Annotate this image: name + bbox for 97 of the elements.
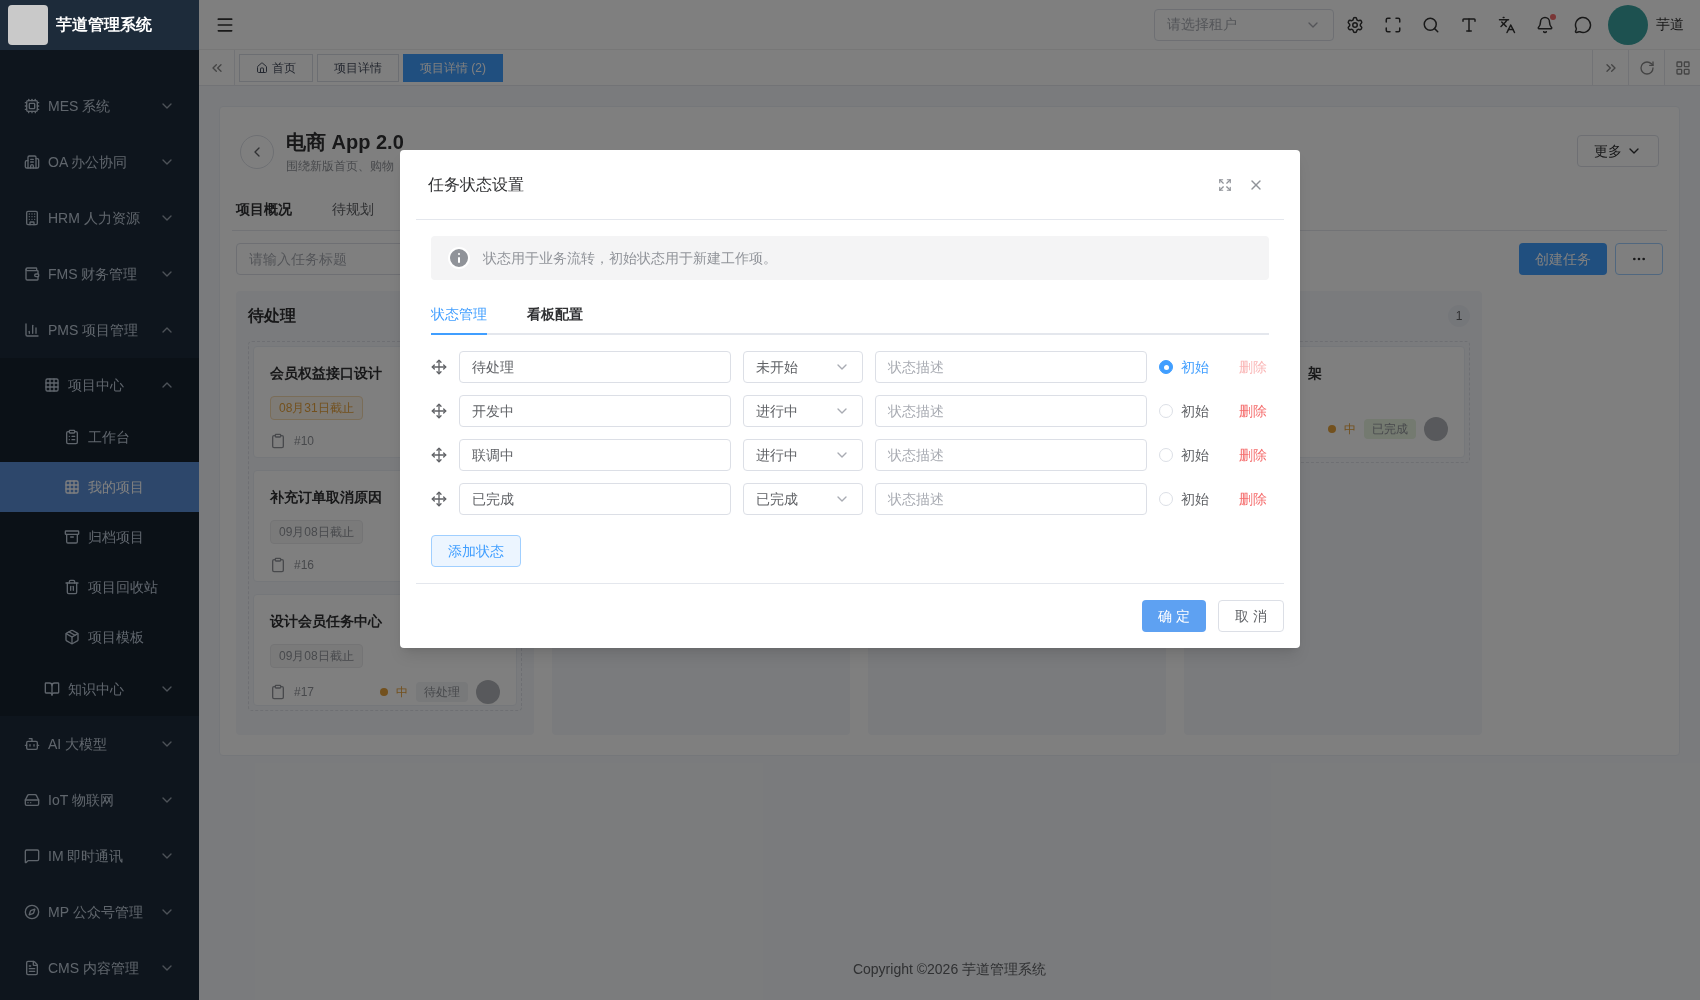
user-name[interactable]: 芋道: [1656, 14, 1684, 35]
status-type-select[interactable]: 未开始: [743, 351, 863, 383]
status-name-field[interactable]: 联调中: [459, 439, 731, 471]
sidebar-item[interactable]: AI 大模型: [0, 716, 199, 772]
project-title: 电商 App 2.0: [286, 130, 404, 155]
sidebar-item[interactable]: PMS 项目管理: [0, 302, 199, 358]
status-type-select[interactable]: 已完成: [743, 483, 863, 515]
due-tag: 08月31日截止: [270, 396, 363, 420]
confirm-button[interactable]: 确 定: [1142, 600, 1207, 632]
translate-icon[interactable]: [1498, 15, 1516, 34]
archive-icon: [64, 529, 80, 545]
search-icon[interactable]: [1422, 15, 1440, 34]
document-icon: [24, 960, 40, 976]
sidebar-item[interactable]: 归档项目: [0, 512, 199, 562]
sidebar-item[interactable]: IoT 物联网: [0, 772, 199, 828]
refresh-icon[interactable]: [1638, 59, 1655, 76]
chip-icon: [24, 98, 40, 114]
assignee-avatar: [476, 680, 500, 704]
chat-icon: [24, 848, 40, 864]
drag-handle-icon[interactable]: [431, 403, 447, 419]
page-tab[interactable]: 项目详情: [317, 53, 399, 82]
home-icon: [256, 61, 268, 74]
sidebar-item[interactable]: 项目中心: [0, 358, 199, 412]
status-name-field[interactable]: 已完成: [459, 483, 731, 515]
building-icon: [24, 154, 40, 170]
logo-avatar: [8, 5, 48, 45]
sidebar-item[interactable]: 项目模板: [0, 612, 199, 662]
description-field[interactable]: 状态描述: [875, 351, 1147, 383]
cancel-button[interactable]: 取 消: [1218, 600, 1284, 632]
clipboard-icon: [270, 433, 286, 449]
fullscreen-icon[interactable]: [1384, 15, 1402, 34]
column-title: 待处理: [248, 306, 296, 326]
status-name-field[interactable]: 待处理: [459, 351, 731, 383]
page-tab[interactable]: 项目详情 (2): [403, 53, 503, 82]
sidebar-item[interactable]: FMS 财务管理: [0, 246, 199, 302]
app-title: 芋道管理系统: [56, 15, 152, 35]
sidebar-item[interactable]: MES 系统: [0, 78, 199, 134]
dialog-tab[interactable]: 状态管理: [431, 304, 487, 335]
clipboard-icon: [270, 684, 286, 700]
box-icon: [64, 629, 80, 645]
compass-icon: [24, 904, 40, 920]
drag-handle-icon[interactable]: [431, 359, 447, 375]
delete-link[interactable]: 删除: [1239, 488, 1267, 510]
card-title: 架: [1308, 364, 1322, 383]
description-field[interactable]: 状态描述: [875, 483, 1147, 515]
description-field[interactable]: 状态描述: [875, 395, 1147, 427]
project-tab[interactable]: 项目概况: [236, 199, 292, 230]
info-icon: [447, 246, 471, 270]
chat-icon[interactable]: [1574, 15, 1592, 34]
project-tab[interactable]: 待规划: [332, 199, 374, 230]
bar-chart-icon: [24, 322, 40, 338]
more-button[interactable]: 更多: [1577, 135, 1659, 167]
dialog-title: 任务状态设置: [428, 174, 524, 195]
grid-icon[interactable]: [1674, 59, 1691, 76]
sidebar-item[interactable]: OA 办公协同: [0, 134, 199, 190]
bell-icon[interactable]: [1536, 15, 1554, 34]
settings-icon[interactable]: [1346, 15, 1364, 34]
card-title: 补充订单取消原因: [270, 488, 382, 507]
column-count: 1: [1448, 305, 1470, 327]
sidebar-item[interactable]: 工作台: [0, 412, 199, 462]
delete-link[interactable]: 删除: [1239, 400, 1267, 422]
status-type-select[interactable]: 进行中: [743, 439, 863, 471]
drag-handle-icon[interactable]: [431, 447, 447, 463]
card-title: 会员权益接口设计: [270, 364, 382, 383]
wallet-icon: [24, 266, 40, 282]
sidebar-item[interactable]: 项目回收站: [0, 562, 199, 612]
page-tab[interactable]: 首页: [239, 53, 313, 82]
initial-radio[interactable]: 初始: [1159, 488, 1209, 510]
copyright-text: Copyright ©2026 芋道管理系统: [852, 960, 1047, 979]
sidebar-item[interactable]: 知识中心: [0, 662, 199, 716]
assignee-avatar: [1424, 417, 1448, 441]
priority-label: 中: [396, 684, 408, 701]
robot-icon: [24, 736, 40, 752]
drive-icon: [24, 792, 40, 808]
status-type-select[interactable]: 进行中: [743, 395, 863, 427]
priority-label: 中: [1344, 421, 1356, 438]
drag-handle-icon[interactable]: [431, 491, 447, 507]
sidebar-item[interactable]: MP 公众号管理: [0, 884, 199, 940]
description-field[interactable]: 状态描述: [875, 439, 1147, 471]
trash-icon: [64, 579, 80, 595]
grid-icon: [64, 479, 80, 495]
grid-icon: [44, 377, 60, 393]
sidebar-item[interactable]: HRM 人力资源: [0, 190, 199, 246]
font-size-icon[interactable]: [1460, 15, 1478, 34]
building-icon: [24, 210, 40, 226]
dialog-tab[interactable]: 看板配置: [527, 304, 583, 335]
clipboard-icon: [64, 429, 80, 445]
create-task-button[interactable]: 创建任务: [1519, 243, 1607, 275]
sidebar-item[interactable]: IM 即时通讯: [0, 828, 199, 884]
card-title: 设计会员任务中心: [270, 612, 382, 631]
clipboard-icon: [270, 557, 286, 573]
book-icon: [44, 681, 60, 697]
sidebar-item[interactable]: 我的项目: [0, 462, 199, 512]
fullscreen-icon[interactable]: [1218, 177, 1232, 192]
sidebar-item[interactable]: CMS 内容管理: [0, 940, 199, 996]
add-status-button[interactable]: 添加状态: [431, 535, 521, 567]
status-name-field[interactable]: 开发中: [459, 395, 731, 427]
